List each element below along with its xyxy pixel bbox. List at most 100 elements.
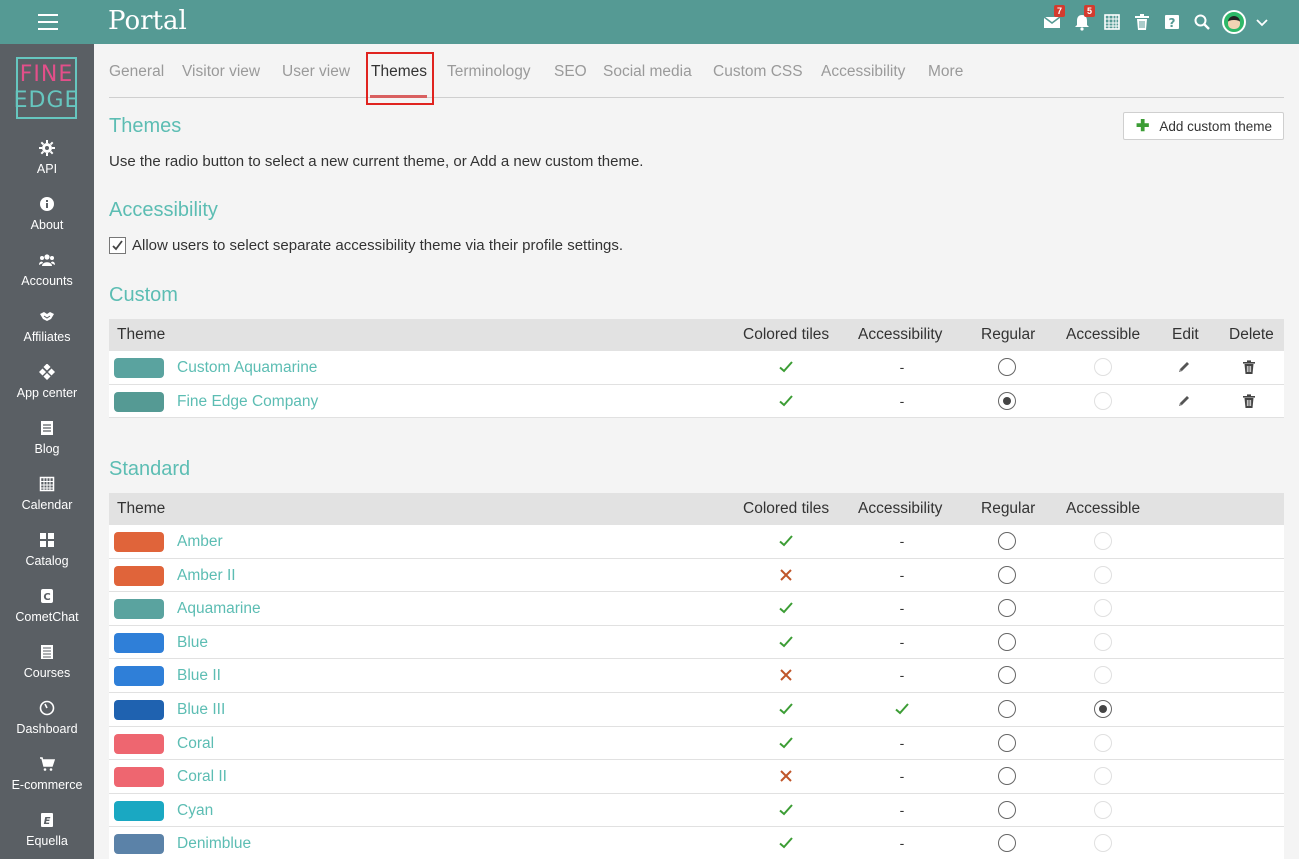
calendar-icon <box>39 476 55 492</box>
tab-visitor-view[interactable]: Visitor view <box>182 63 260 81</box>
sidebar-item-affiliates[interactable]: Affiliates <box>0 308 94 364</box>
sidebar-item-blog[interactable]: Blog <box>0 420 94 476</box>
theme-name-link[interactable]: Custom Aquamarine <box>177 359 317 377</box>
check-icon <box>776 699 796 719</box>
accessibility-value: - <box>892 665 912 685</box>
theme-name-link[interactable]: Aquamarine <box>177 600 261 618</box>
logo[interactable]: FINE EDGE <box>14 57 78 119</box>
accessible-radio <box>1094 565 1112 584</box>
regular-radio-cell <box>997 531 1017 551</box>
tab-bar: General Visitor view User view Themes Termin… <box>109 44 1284 105</box>
theme-name-link[interactable]: Amber II <box>177 567 236 585</box>
sidebar-item-equella[interactable]: E Equella <box>0 812 94 859</box>
edit-pencil-icon[interactable] <box>1174 357 1194 377</box>
bell-icon[interactable]: 5 <box>1067 0 1097 44</box>
sidebar-item-label: E-commerce <box>11 778 83 792</box>
hamburger-menu-icon[interactable] <box>38 14 58 30</box>
tab-social-media[interactable]: Social media <box>603 63 692 81</box>
top-icons: 7 5 ? <box>1037 0 1277 44</box>
sidebar-item-calendar[interactable]: Calendar <box>0 476 94 532</box>
regular-radio-cell <box>997 598 1017 618</box>
theme-color-swatch <box>114 565 164 586</box>
accessibility-checkbox-label: Allow users to select separate accessibi… <box>132 237 624 254</box>
delete-trash-icon[interactable] <box>1239 357 1259 377</box>
add-custom-theme-button[interactable]: ✚ Add custom theme <box>1123 112 1284 140</box>
tab-user-view[interactable]: User view <box>282 63 350 81</box>
tab-terminology[interactable]: Terminology <box>447 63 531 81</box>
themes-title: Themes <box>109 115 182 137</box>
sidebar-item-cometchat[interactable]: C CometChat <box>0 588 94 644</box>
regular-radio[interactable] <box>998 565 1016 584</box>
check-icon <box>776 357 796 377</box>
chevron-down-icon[interactable] <box>1247 0 1277 44</box>
sidebar-item-catalog[interactable]: Catalog <box>0 532 94 588</box>
regular-radio[interactable] <box>998 699 1016 718</box>
tab-general[interactable]: General <box>109 63 164 81</box>
calendar-grid-icon[interactable] <box>1097 0 1127 44</box>
accessible-radio[interactable] <box>1094 699 1112 718</box>
tab-seo[interactable]: SEO <box>554 63 587 81</box>
accessibility-checkbox[interactable] <box>109 237 126 254</box>
regular-radio-cell <box>997 632 1017 652</box>
equella-icon: E <box>39 812 55 828</box>
delete-trash-icon[interactable] <box>1239 391 1259 411</box>
regular-radio[interactable] <box>998 800 1016 819</box>
mail-icon[interactable]: 7 <box>1037 0 1067 44</box>
regular-radio[interactable] <box>998 666 1016 685</box>
regular-radio[interactable] <box>998 834 1016 853</box>
sidebar-item-dashboard[interactable]: Dashboard <box>0 700 94 756</box>
theme-name-link[interactable]: Blue II <box>177 667 221 685</box>
accessibility-value: - <box>892 598 912 618</box>
theme-name-link[interactable]: Amber <box>177 533 223 551</box>
check-icon <box>776 632 796 652</box>
accessible-radio-cell <box>1093 531 1113 551</box>
regular-radio-cell <box>997 766 1017 786</box>
accessible-radio <box>1094 391 1112 410</box>
theme-name-link[interactable]: Blue <box>177 634 208 652</box>
accessible-radio-cell <box>1093 733 1113 753</box>
sidebar-item-api[interactable]: API <box>0 140 94 196</box>
theme-name-link[interactable]: Coral II <box>177 768 227 786</box>
regular-radio[interactable] <box>998 632 1016 651</box>
tab-accessibility[interactable]: Accessibility <box>821 63 905 81</box>
regular-radio[interactable] <box>998 391 1016 410</box>
regular-radio[interactable] <box>998 599 1016 618</box>
theme-color-swatch <box>114 733 164 754</box>
theme-name-link[interactable]: Denimblue <box>177 835 251 853</box>
svg-text:?: ? <box>1169 16 1176 30</box>
accessible-radio <box>1094 599 1112 618</box>
add-custom-theme-label: Add custom theme <box>1159 118 1272 134</box>
tab-themes[interactable]: Themes <box>371 63 427 81</box>
regular-radio[interactable] <box>998 358 1016 376</box>
accessible-radio-cell <box>1093 598 1113 618</box>
tab-more[interactable]: More <box>928 63 963 81</box>
plus-icon: ✚ <box>1136 118 1150 135</box>
help-icon[interactable]: ? <box>1157 0 1187 44</box>
theme-name-link[interactable]: Cyan <box>177 802 213 820</box>
accessibility-value: - <box>892 766 912 786</box>
sidebar-item-courses[interactable]: Courses <box>0 644 94 700</box>
theme-color-swatch <box>114 599 164 620</box>
regular-radio[interactable] <box>998 532 1016 550</box>
edit-pencil-icon[interactable] <box>1174 391 1194 411</box>
theme-name-link[interactable]: Fine Edge Company <box>177 393 318 411</box>
sidebar-item-app-center[interactable]: App center <box>0 363 94 420</box>
tab-custom-css[interactable]: Custom CSS <box>713 63 803 81</box>
dash-text: - <box>899 667 905 684</box>
sidebar-item-e-commerce[interactable]: E-commerce <box>0 756 94 812</box>
accessibility-value: - <box>892 357 912 377</box>
trash-icon[interactable] <box>1127 0 1157 44</box>
theme-name-link[interactable]: Blue III <box>177 701 225 719</box>
theme-color-swatch <box>114 391 164 412</box>
avatar[interactable] <box>1217 0 1247 44</box>
sidebar-item-accounts[interactable]: Accounts <box>0 252 94 308</box>
sidebar-item-about[interactable]: About <box>0 196 94 252</box>
accessible-radio <box>1094 666 1112 685</box>
regular-radio[interactable] <box>998 767 1016 786</box>
search-icon[interactable] <box>1187 0 1217 44</box>
regular-radio[interactable] <box>998 733 1016 752</box>
regular-radio-cell <box>997 800 1017 820</box>
dash-text: - <box>899 768 905 785</box>
theme-name-link[interactable]: Coral <box>177 735 214 753</box>
accessibility-title: Accessibility <box>109 199 218 221</box>
